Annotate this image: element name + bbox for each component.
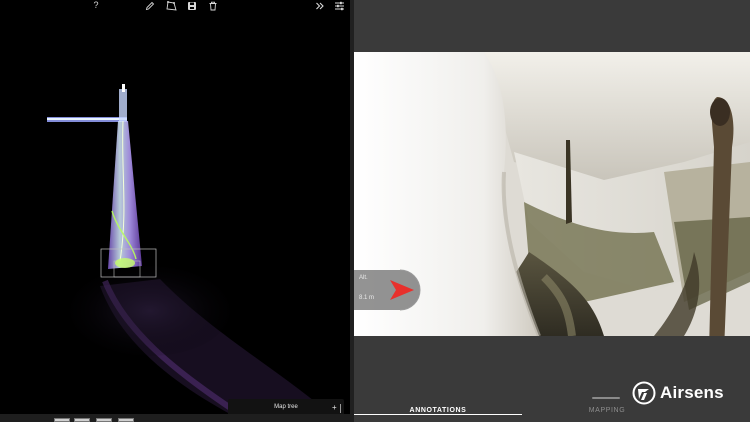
polygon-icon [165, 0, 177, 11]
airsens-logo-icon [632, 381, 656, 405]
altitude-value: 8.1 m [359, 295, 375, 301]
delete-button[interactable] [206, 0, 220, 11]
help-label: ? [93, 0, 99, 10]
pointcloud-viewer[interactable]: Map tree + [0, 11, 350, 419]
altitude-label: Alt. [359, 275, 368, 281]
save-icon [188, 1, 196, 10]
thumbnail-strip [0, 414, 350, 422]
thumbnail[interactable] [54, 418, 70, 422]
polygon-button[interactable] [164, 0, 178, 11]
map-tree-add-button[interactable]: + [332, 403, 337, 412]
pencil-icon [145, 1, 155, 10]
thumbnail[interactable] [74, 418, 90, 422]
thumbnail[interactable] [118, 418, 134, 422]
drag-handle[interactable] [592, 397, 620, 399]
pointcloud-render [47, 84, 330, 414]
active-tab-indicator [354, 414, 522, 415]
trash-icon [209, 1, 217, 10]
brand-logo: Airsens [632, 379, 724, 407]
thumbnail[interactable] [96, 418, 112, 422]
app-window: ? Map tree + Alt. 8.1 m ANNOTATIONS MAPP… [0, 0, 750, 422]
help-button[interactable]: ? [89, 0, 103, 11]
settings-button[interactable] [332, 0, 346, 11]
double-chevron-right-icon [316, 2, 324, 9]
map-tree-scrollbar[interactable] [340, 404, 341, 413]
expand-button[interactable] [313, 0, 327, 11]
brand-name: Airsens [660, 383, 724, 402]
tab-annotations[interactable]: ANNOTATIONS [354, 404, 522, 418]
draw-button[interactable] [143, 0, 157, 11]
camera-panel: Alt. 8.1 m ANNOTATIONS MAPPING [354, 0, 750, 422]
map-tree-label: Map tree [274, 404, 298, 410]
save-button[interactable] [185, 0, 199, 11]
sliders-icon [334, 1, 344, 10]
toolbar: ? [0, 0, 350, 11]
